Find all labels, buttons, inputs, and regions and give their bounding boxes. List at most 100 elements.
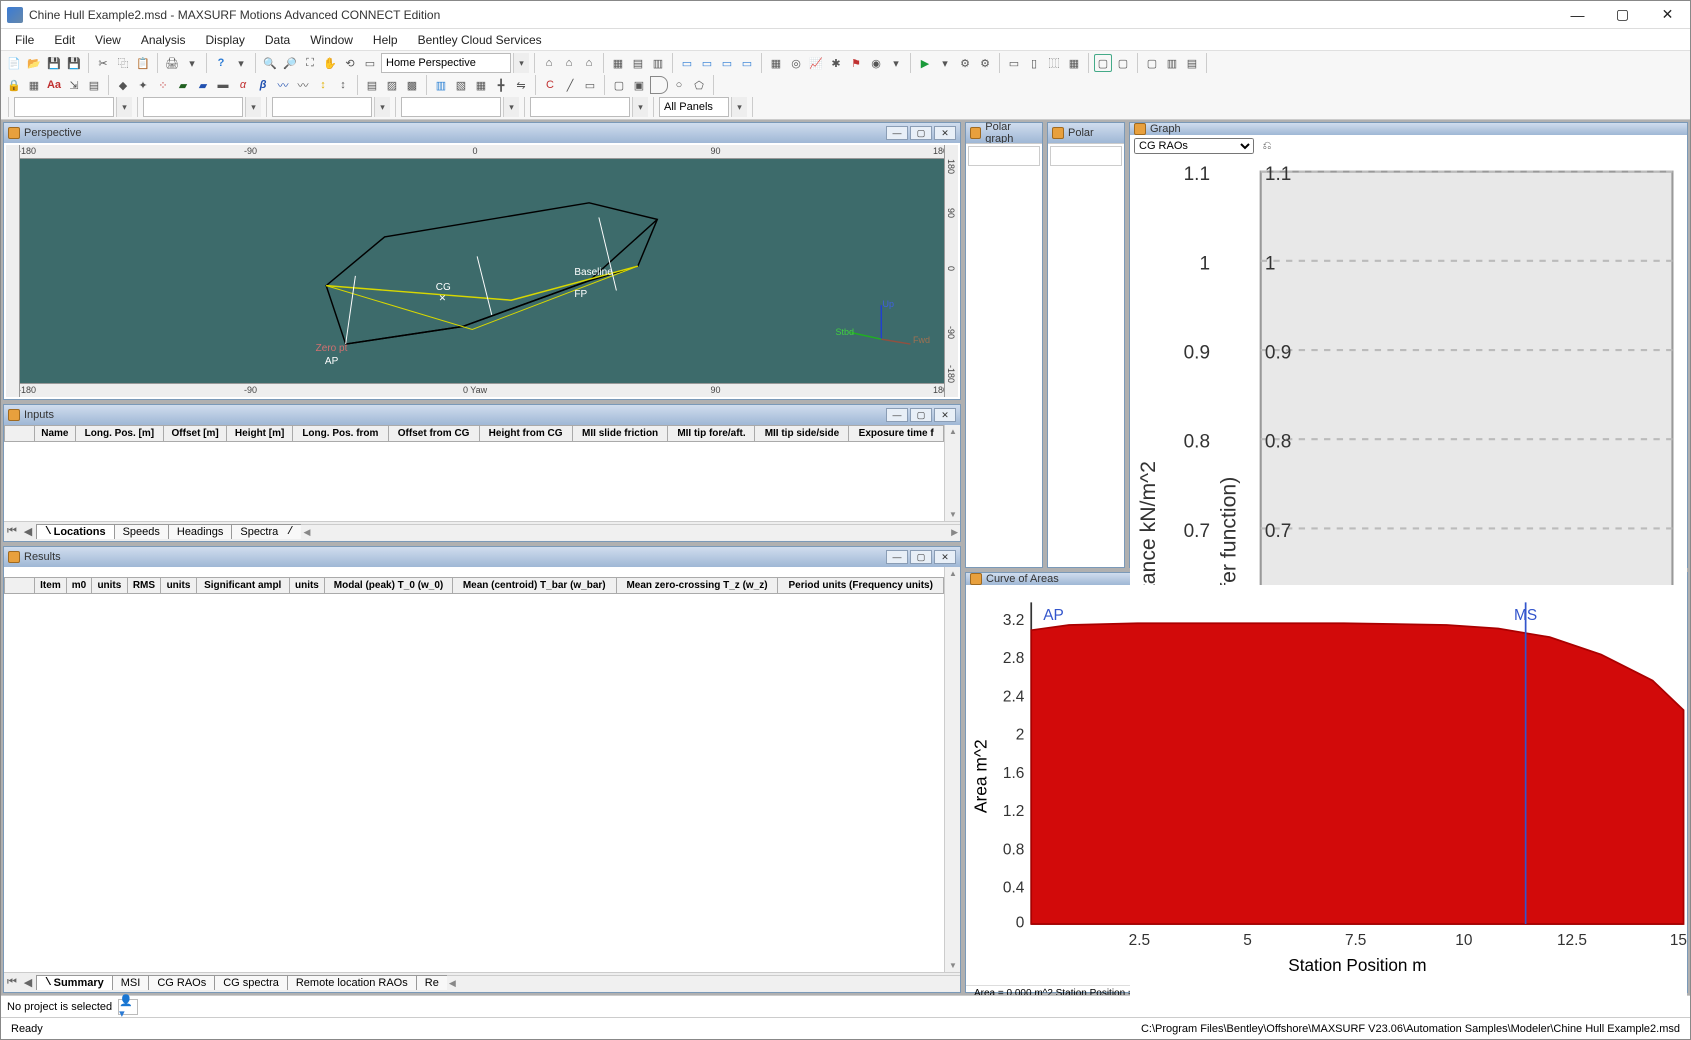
arrows2-icon[interactable]: ↕: [334, 76, 352, 94]
inputs-table[interactable]: Name Long. Pos. [m] Offset [m] Height [m…: [4, 425, 944, 442]
inputs-vscroll[interactable]: [944, 425, 960, 521]
pane-minimize-button[interactable]: —: [886, 550, 908, 564]
combo1-dropdown-icon[interactable]: ▾: [116, 97, 132, 117]
text-style-icon[interactable]: Aa: [45, 76, 63, 94]
rotate-icon[interactable]: ⟲: [341, 54, 359, 72]
layout-a-icon[interactable]: ▢: [1094, 54, 1112, 72]
view-select[interactable]: [381, 53, 511, 73]
layout-d-icon[interactable]: ▥: [1163, 54, 1181, 72]
green-shape-icon[interactable]: ▰: [174, 76, 192, 94]
axis-icon[interactable]: ╋: [492, 76, 510, 94]
run-dropdown-icon[interactable]: ▾: [936, 54, 954, 72]
tab-nav-prev[interactable]: ◀: [20, 976, 36, 989]
cut-icon[interactable]: ✂: [94, 54, 112, 72]
menu-file[interactable]: File: [5, 31, 44, 49]
close-button[interactable]: ✕: [1645, 1, 1690, 29]
shape1-icon[interactable]: ◆: [114, 76, 132, 94]
panels-select[interactable]: [659, 97, 729, 117]
d-shape-icon[interactable]: [650, 76, 668, 94]
layout-b-icon[interactable]: ▢: [1114, 54, 1132, 72]
win-layout1-icon[interactable]: ▭: [1005, 54, 1023, 72]
grid2-icon[interactable]: ▦: [25, 76, 43, 94]
menu-view[interactable]: View: [85, 31, 131, 49]
wire3-icon[interactable]: ▭: [718, 54, 736, 72]
home-icon[interactable]: ⌂: [540, 54, 558, 72]
combo3[interactable]: [272, 97, 372, 117]
fill-icon[interactable]: ▩: [403, 76, 421, 94]
tab-cg-spectra[interactable]: CG spectra: [214, 975, 288, 990]
tab-headings[interactable]: Headings: [168, 524, 232, 539]
flip-icon[interactable]: ⇋: [512, 76, 530, 94]
tab-nav-prev[interactable]: ◀: [20, 525, 36, 538]
print-icon[interactable]: 🖨: [163, 54, 181, 72]
table-icon[interactable]: ▦: [767, 54, 785, 72]
layout-c-icon[interactable]: ▢: [1143, 54, 1161, 72]
win-layout4-icon[interactable]: ▦: [1065, 54, 1083, 72]
zoom-fit-icon[interactable]: ⛶: [301, 54, 319, 72]
menu-edit[interactable]: Edit: [44, 31, 85, 49]
pane-minimize-button[interactable]: —: [886, 408, 908, 422]
poly-icon[interactable]: ⬠: [690, 76, 708, 94]
shape2-icon[interactable]: ✦: [134, 76, 152, 94]
pane-close-button[interactable]: ✕: [934, 408, 956, 422]
shape5-icon[interactable]: ▬: [214, 76, 232, 94]
tab-summary[interactable]: \Summary: [36, 975, 113, 990]
grid-icon[interactable]: ▤: [629, 54, 647, 72]
home3-icon[interactable]: ⌂: [580, 54, 598, 72]
maximize-button[interactable]: ▢: [1600, 1, 1645, 29]
dropdown-icon[interactable]: ▾: [232, 54, 250, 72]
gear-icon[interactable]: ⚙: [956, 54, 974, 72]
open-icon[interactable]: 📂: [25, 54, 43, 72]
alpha-icon[interactable]: α: [234, 76, 252, 94]
menu-window[interactable]: Window: [300, 31, 363, 49]
combo5-dropdown-icon[interactable]: ▾: [632, 97, 648, 117]
section1-icon[interactable]: ▥: [432, 76, 450, 94]
results-table[interactable]: Item m0 units RMS units Significant ampl…: [4, 577, 944, 594]
win-layout3-icon[interactable]: ⿲: [1045, 54, 1063, 72]
polar-body[interactable]: [1048, 143, 1124, 567]
wave1-icon[interactable]: 〰: [274, 76, 292, 94]
contour2-icon[interactable]: ▨: [383, 76, 401, 94]
tab-cg-raos[interactable]: CG RAOs: [148, 975, 215, 990]
menu-bentley-cloud[interactable]: Bentley Cloud Services: [408, 31, 552, 49]
red-dots-icon[interactable]: ⁘: [154, 76, 172, 94]
save-icon[interactable]: 💾: [45, 54, 63, 72]
minimize-button[interactable]: —: [1555, 1, 1600, 29]
new-icon[interactable]: 📄: [5, 54, 23, 72]
pane-maximize-button[interactable]: ▢: [910, 550, 932, 564]
lock-icon[interactable]: 🔒: [5, 76, 23, 94]
combo4-dropdown-icon[interactable]: ▾: [503, 97, 519, 117]
graph-options-icon[interactable]: ⎌: [1258, 137, 1276, 155]
pane-minimize-button[interactable]: —: [886, 126, 908, 140]
flag-icon[interactable]: ⚑: [847, 54, 865, 72]
menu-help[interactable]: Help: [363, 31, 408, 49]
pane-maximize-button[interactable]: ▢: [910, 408, 932, 422]
pane-maximize-button[interactable]: ▢: [910, 126, 932, 140]
run-icon[interactable]: ▶: [916, 54, 934, 72]
combo2-dropdown-icon[interactable]: ▾: [245, 97, 261, 117]
menu-display[interactable]: Display: [196, 31, 255, 49]
menu-data[interactable]: Data: [255, 31, 300, 49]
circle-icon[interactable]: ○: [670, 76, 688, 94]
wire1-icon[interactable]: ▭: [678, 54, 696, 72]
section2-icon[interactable]: ▧: [452, 76, 470, 94]
tab-msi[interactable]: MSI: [112, 975, 150, 990]
help-icon[interactable]: ?: [212, 54, 230, 72]
wire2-icon[interactable]: ▭: [698, 54, 716, 72]
target-icon[interactable]: ◎: [787, 54, 805, 72]
compress-icon[interactable]: ⇲: [65, 76, 83, 94]
select-icon[interactable]: ▭: [361, 54, 379, 72]
combo4[interactable]: [401, 97, 501, 117]
beta-icon[interactable]: β: [254, 76, 272, 94]
win-layout2-icon[interactable]: ▯: [1025, 54, 1043, 72]
dropdown-icon[interactable]: ▾: [887, 54, 905, 72]
home2-icon[interactable]: ⌂: [560, 54, 578, 72]
combo5[interactable]: [530, 97, 630, 117]
polar-chart-icon[interactable]: ◉: [867, 54, 885, 72]
combo3-dropdown-icon[interactable]: ▾: [374, 97, 390, 117]
gear2-icon[interactable]: ⚙: [976, 54, 994, 72]
c-icon[interactable]: C: [541, 76, 559, 94]
save-as-icon[interactable]: 💾: [65, 54, 83, 72]
chart-icon[interactable]: 📈: [807, 54, 825, 72]
layout-e-icon[interactable]: ▤: [1183, 54, 1201, 72]
